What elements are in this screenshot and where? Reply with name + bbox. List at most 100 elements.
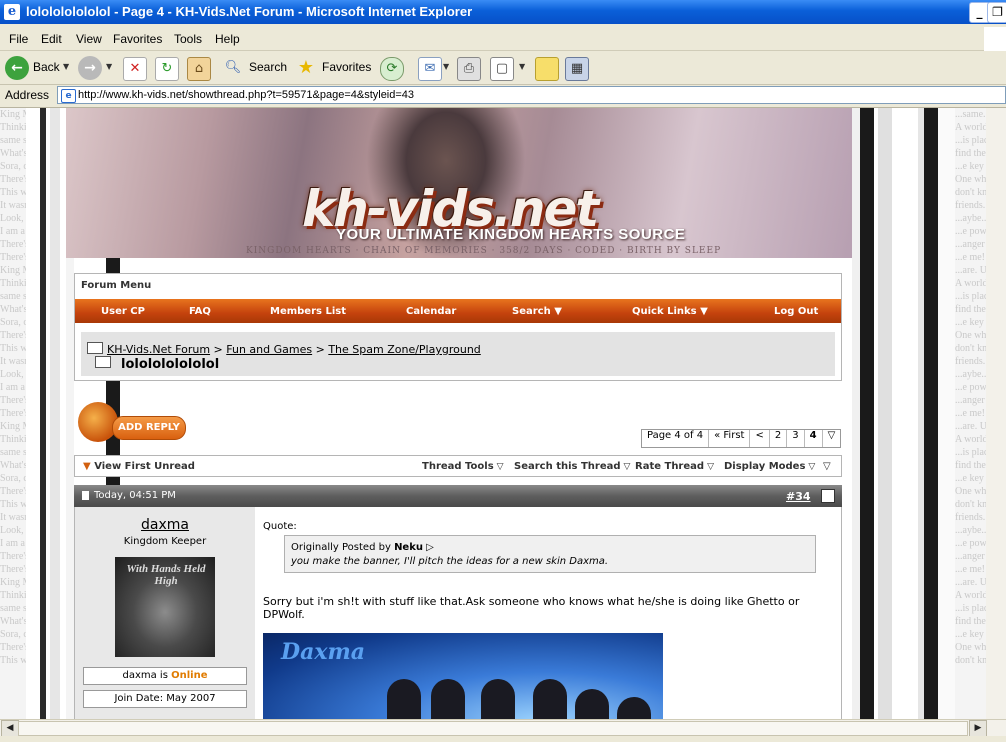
band-member [533, 679, 567, 719]
display-modes-menu[interactable]: Display Modes ▽ [724, 461, 815, 472]
mail-icon[interactable]: ✉ [418, 57, 442, 81]
breadcrumb-path: KH-Vids.Net Forum > Fun and Games > The … [107, 343, 481, 356]
page-link[interactable]: 2 [770, 430, 788, 447]
nav-log-out[interactable]: Log Out [774, 306, 818, 317]
background-text-line: don't kno... [955, 187, 986, 198]
breadcrumb-link-forum[interactable]: KH-Vids.Net Forum [107, 343, 210, 356]
background-text-line: ...e key to... [955, 317, 986, 328]
mail-dropdown-icon[interactable]: ▼ [443, 62, 449, 71]
restore-button[interactable]: ❐ [987, 2, 1006, 23]
breadcrumb-link-fun-and-games[interactable]: Fun and Games [226, 343, 312, 356]
breadcrumb-link-spam-zone[interactable]: The Spam Zone/Playground [328, 343, 480, 356]
menu-edit[interactable]: Edit [41, 32, 62, 46]
nav-faq[interactable]: FAQ [189, 306, 211, 317]
chevron-down-icon: ▽ [496, 462, 504, 472]
post-select-checkbox[interactable] [821, 489, 835, 503]
discuss-icon[interactable] [535, 57, 559, 81]
page-icon: e [61, 89, 76, 103]
background-text-line: A world... [955, 434, 986, 445]
background-text-line: One wh... [955, 486, 986, 497]
horizontal-scrollbar[interactable]: ◀ ▶ [0, 719, 1006, 737]
band-member [431, 679, 465, 719]
thread-folder-icon [95, 356, 111, 368]
search-icon[interactable]: 🔍︎ [222, 57, 244, 79]
forward-icon[interactable]: → [78, 56, 102, 80]
menu-view[interactable]: View [76, 32, 102, 46]
stripe [852, 108, 860, 719]
background-text-line: friends. H... [955, 512, 986, 523]
avatar-caption: With Hands Held High [126, 563, 206, 587]
add-reply-button[interactable]: ADD REPLY [78, 402, 186, 448]
favorites-button-label[interactable]: Favorites [322, 60, 371, 74]
background-text-line: ...are. Ulti... [955, 265, 986, 276]
view-first-unread-label: View First Unread [94, 461, 195, 472]
chevron-down-icon: ▽ [623, 462, 631, 472]
forward-dropdown-icon[interactable]: ▼ [106, 62, 112, 71]
chevron-down-icon: ▽ [707, 462, 714, 472]
address-url[interactable]: http://www.kh-vids.net/showthread.php?t=… [78, 89, 414, 101]
home-icon[interactable]: ⌂ [187, 57, 211, 81]
edit-page-icon[interactable]: ▢ [490, 57, 514, 81]
background-text-line: ...anger of... [955, 239, 986, 250]
avatar[interactable]: With Hands Held High [115, 557, 215, 657]
post-number-link[interactable]: #34 [786, 490, 811, 503]
background-text-line: ...anger of... [955, 395, 986, 406]
quote-box: Originally Posted by Neku ▷ you make the… [284, 535, 816, 573]
nav-user-cp[interactable]: User CP [101, 306, 145, 317]
background-text-line: ...e me! I... [955, 408, 986, 419]
quote-author: Neku [394, 542, 423, 553]
back-button-label[interactable]: Back [33, 60, 60, 74]
search-button-label[interactable]: Search [249, 60, 287, 74]
user-title: Kingdom Keeper [123, 536, 207, 547]
edit-dropdown-icon[interactable]: ▼ [519, 62, 525, 71]
background-text-line: ...e power... [955, 226, 986, 237]
page-first-link[interactable]: « First [709, 430, 751, 447]
forum-menu: Forum Menu User CP FAQ Members List Cale… [74, 273, 842, 381]
signature-name: Daxma [281, 639, 365, 665]
stop-icon[interactable]: ✕ [123, 57, 147, 81]
quote-by-prefix: Originally Posted by [291, 542, 391, 553]
collapse-icon[interactable]: ▽ [823, 461, 831, 472]
breadcrumb-separator: > [213, 343, 223, 356]
breadcrumb: KH-Vids.Net Forum > Fun and Games > The … [81, 332, 835, 376]
user-info-panel: daxma Kingdom Keeper With Hands Held Hig… [75, 507, 255, 719]
title-bar: e lololololololol - Page 4 - KH-Vids.Net… [0, 0, 1006, 24]
background-text-line: A world... [955, 122, 986, 133]
menu-help[interactable]: Help [215, 32, 240, 46]
scroll-right-icon[interactable]: ▶ [969, 720, 987, 737]
page-jump-dropdown-icon[interactable]: ▽ [823, 430, 841, 447]
username-link[interactable]: daxma [75, 517, 255, 533]
search-thread-menu[interactable]: Search this Thread ▽ [514, 461, 630, 472]
nav-quick-links[interactable]: Quick Links ▼ [632, 306, 708, 317]
menu-favorites[interactable]: Favorites [113, 32, 162, 46]
scroll-left-icon[interactable]: ◀ [1, 720, 19, 737]
background-text-line: One wh... [955, 174, 986, 185]
nav-calendar[interactable]: Calendar [406, 306, 456, 317]
research-icon[interactable]: ▦ [565, 57, 589, 81]
favorites-star-icon[interactable]: ★ [295, 57, 317, 79]
view-first-unread-link[interactable]: ▼ View First Unread [83, 461, 195, 472]
print-icon[interactable]: ⎙ [457, 57, 481, 81]
post-header: Today, 04:51 PM #34 [74, 485, 842, 507]
nav-members-list[interactable]: Members List [270, 306, 346, 317]
page-link[interactable]: 3 [787, 430, 805, 447]
nav-search[interactable]: Search ▼ [512, 306, 562, 317]
menu-file[interactable]: File [9, 32, 28, 46]
background-text-line: One wh... [955, 330, 986, 341]
vertical-scrollbar[interactable] [986, 108, 1006, 719]
breadcrumb-separator: > [315, 343, 325, 356]
view-post-icon[interactable]: ▷ [426, 542, 434, 553]
history-icon[interactable]: ⟳ [380, 57, 404, 81]
scroll-thumb[interactable] [18, 721, 968, 736]
address-input[interactable]: e http://www.kh-vids.net/showthread.php?… [57, 86, 1006, 104]
site-banner[interactable]: kh-vids.net YOUR ULTIMATE KINGDOM HEARTS… [66, 108, 852, 258]
band-member [617, 697, 651, 719]
menu-tools[interactable]: Tools [174, 32, 202, 46]
back-icon[interactable]: ← [5, 56, 29, 80]
post-body: daxma Kingdom Keeper With Hands Held Hig… [74, 507, 842, 719]
rate-thread-menu[interactable]: Rate Thread ▽ [635, 461, 714, 472]
back-dropdown-icon[interactable]: ▼ [63, 62, 69, 71]
refresh-icon[interactable]: ↻ [155, 57, 179, 81]
page-prev-link[interactable]: < [750, 430, 770, 447]
thread-tools-menu[interactable]: Thread Tools ▽ [422, 461, 504, 472]
